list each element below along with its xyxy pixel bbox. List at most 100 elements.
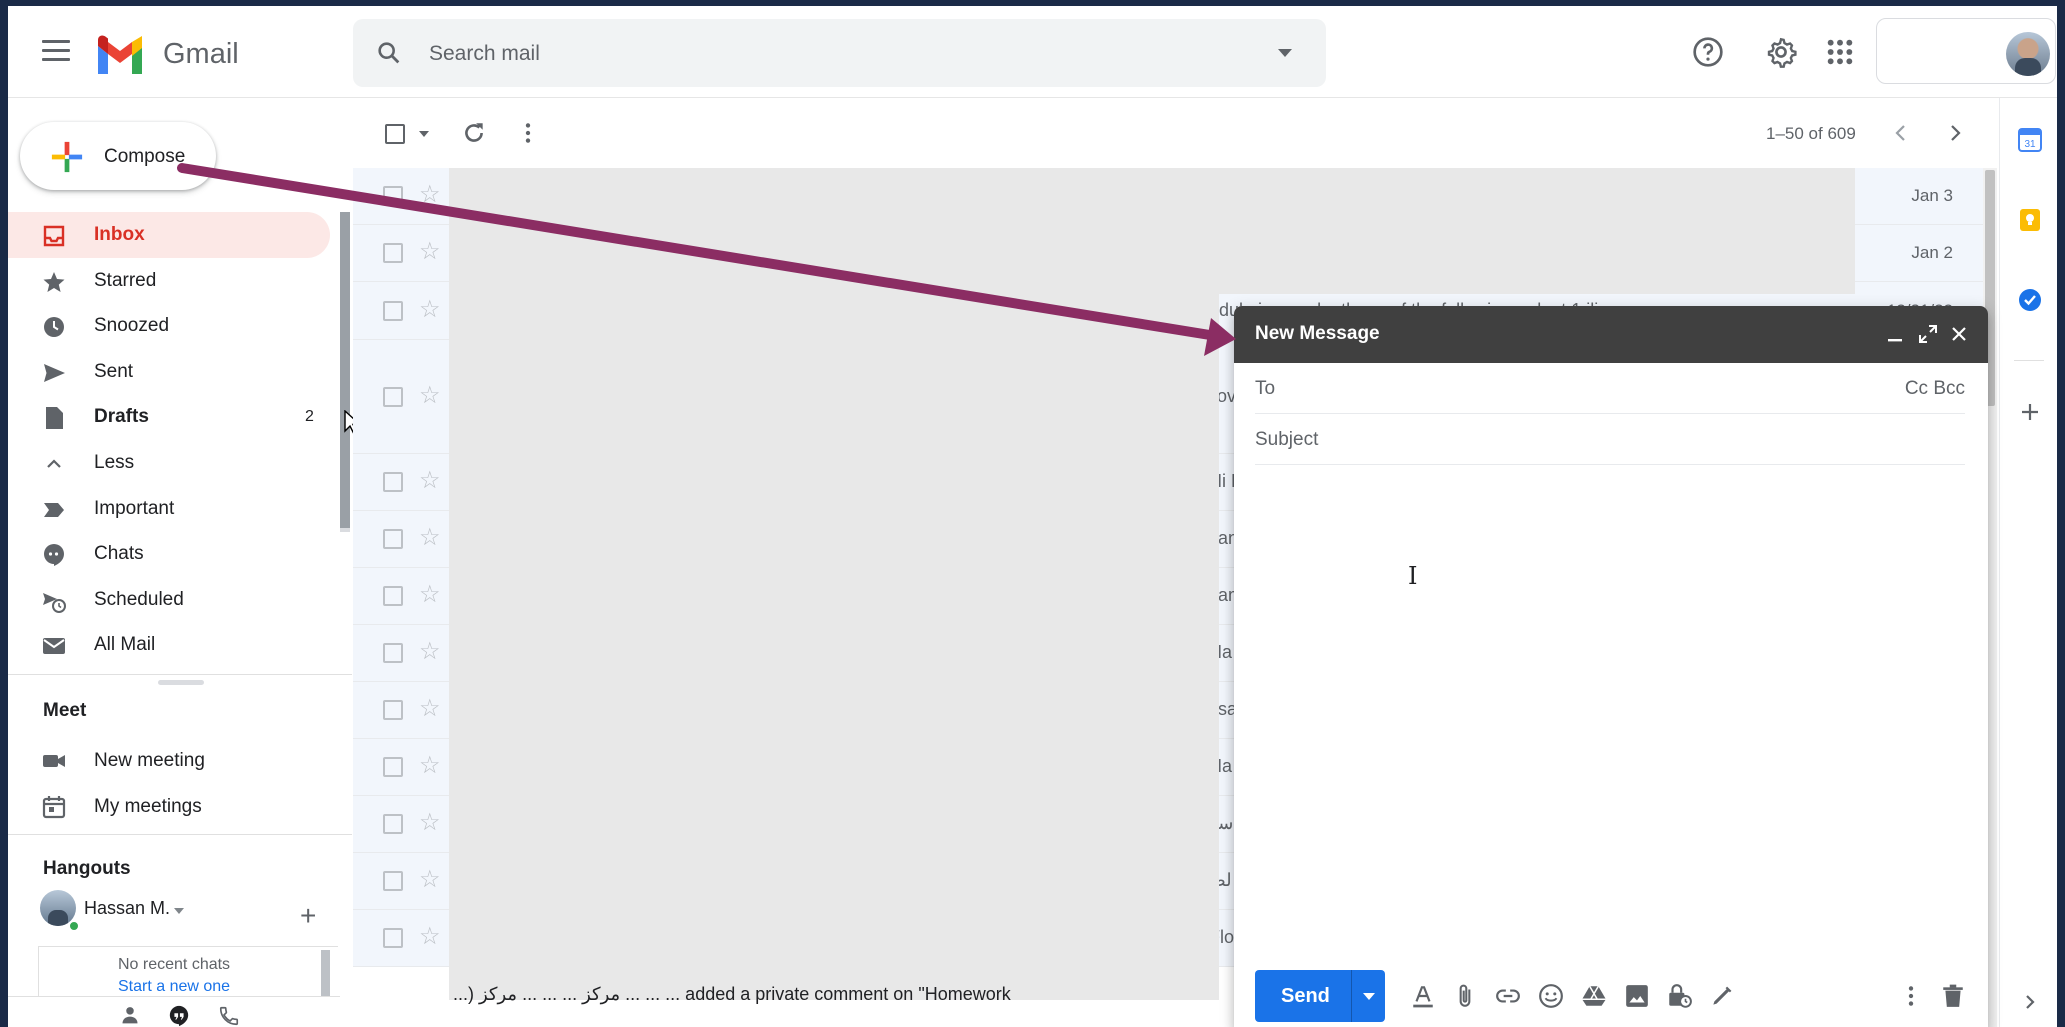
status-dropdown-chevron-icon[interactable] (174, 908, 184, 914)
apps-grid-icon[interactable] (1824, 36, 1856, 68)
contacts-person-icon[interactable] (120, 1005, 140, 1025)
star-icon[interactable]: ☆ (419, 469, 441, 493)
star-icon[interactable]: ☆ (419, 526, 441, 550)
text-cursor-icon: I (1408, 562, 1418, 590)
emoji-icon[interactable] (1538, 983, 1564, 1009)
search-options-chevron-icon[interactable] (1278, 49, 1292, 57)
help-icon[interactable] (1692, 36, 1724, 68)
keep-notes-icon[interactable] (2018, 208, 2042, 232)
row-checkbox[interactable] (383, 643, 403, 663)
chat-list-scrollbar[interactable] (321, 950, 330, 1000)
row-checkbox[interactable] (383, 757, 403, 777)
new-meeting-link[interactable]: New meeting (8, 739, 340, 783)
expand-panel-chevron-right-icon[interactable] (2018, 990, 2042, 1014)
insert-photo-icon[interactable] (1624, 983, 1650, 1009)
row-checkbox[interactable] (383, 928, 403, 948)
refresh-icon[interactable] (461, 120, 487, 146)
mail-envelope-icon (43, 638, 65, 655)
nav-item-chats[interactable]: Chats (8, 531, 330, 577)
select-all-checkbox[interactable] (385, 124, 405, 144)
hangouts-user-name[interactable]: Hassan M. (84, 898, 170, 919)
settings-gear-icon[interactable] (1765, 36, 1797, 68)
star-icon[interactable]: ☆ (419, 183, 441, 207)
minimize-icon[interactable] (1886, 326, 1904, 344)
expand-fullscreen-icon[interactable] (1918, 324, 1938, 344)
discard-trash-icon[interactable] (1940, 983, 1966, 1009)
subject-input[interactable]: Subject (1255, 429, 1318, 451)
nav-item-starred[interactable]: Starred (8, 258, 330, 304)
phone-call-icon[interactable] (218, 1005, 240, 1027)
to-field[interactable]: To Cc Bcc (1255, 363, 1965, 414)
star-icon[interactable]: ☆ (419, 925, 441, 949)
start-new-chat-link[interactable]: Start a new one (118, 978, 230, 994)
search-input[interactable]: Search mail (429, 42, 540, 66)
nav-label: Scheduled (94, 588, 184, 610)
newer-chevron-left-icon[interactable] (1889, 121, 1913, 145)
attach-paperclip-icon[interactable] (1452, 983, 1478, 1009)
nav-item-inbox[interactable]: Inbox (8, 212, 330, 258)
row-checkbox[interactable] (383, 243, 403, 263)
compose-button[interactable]: Compose (20, 122, 216, 190)
nav-item-snoozed[interactable]: Snoozed (8, 303, 330, 349)
google-drive-icon[interactable] (1581, 983, 1607, 1009)
row-checkbox[interactable] (383, 300, 403, 321)
nav-label: Snoozed (94, 315, 170, 337)
meet-section-title: Meet (43, 700, 87, 721)
formatting-options-icon[interactable] (1410, 983, 1436, 1009)
compose-header[interactable]: New Message (1234, 306, 1988, 363)
send-button[interactable]: Send (1255, 970, 1385, 1022)
cc-bcc-link[interactable]: Cc Bcc (1905, 378, 1965, 400)
row-checkbox[interactable] (383, 586, 403, 606)
search-icon[interactable] (375, 39, 403, 67)
add-addon-plus-icon[interactable] (2018, 400, 2042, 424)
row-checkbox[interactable] (383, 814, 403, 834)
signature-pen-icon[interactable] (1709, 983, 1735, 1009)
row-checkbox[interactable] (383, 871, 403, 891)
new-chat-plus-icon[interactable]: + (300, 902, 316, 930)
row-checkbox[interactable] (383, 186, 403, 206)
more-options-icon[interactable] (515, 120, 541, 146)
nav-scrollbar[interactable] (340, 212, 350, 532)
more-options-icon[interactable] (1898, 983, 1924, 1009)
star-icon[interactable]: ☆ (419, 240, 441, 264)
message-body-editor[interactable] (1255, 473, 1965, 933)
select-options-chevron-icon[interactable] (419, 131, 429, 137)
my-meetings-link[interactable]: My meetings (8, 785, 340, 829)
row-checkbox[interactable] (383, 700, 403, 720)
close-icon[interactable] (1950, 325, 1968, 343)
account-avatar[interactable] (2006, 32, 2050, 76)
star-icon[interactable]: ☆ (419, 640, 441, 664)
nav-scroll-thumb[interactable] (340, 212, 350, 528)
star-icon[interactable]: ☆ (419, 583, 441, 607)
row-checkbox[interactable] (383, 472, 403, 492)
star-icon[interactable]: ☆ (419, 811, 441, 835)
nav-item-scheduled[interactable]: Scheduled (8, 577, 330, 623)
row-checkbox[interactable] (383, 529, 403, 549)
nav-item-important[interactable]: Important (8, 486, 330, 532)
insert-link-icon[interactable] (1495, 983, 1521, 1009)
calendar-app-icon[interactable]: 31 (2018, 128, 2042, 152)
star-icon[interactable]: ☆ (419, 697, 441, 721)
older-chevron-right-icon[interactable] (1943, 121, 1967, 145)
confidential-mode-icon[interactable] (1666, 983, 1692, 1009)
nav-item-less[interactable]: Less (8, 440, 330, 486)
search-bar[interactable]: Search mail (353, 19, 1326, 87)
row-checkbox[interactable] (383, 386, 403, 407)
nav-item-drafts[interactable]: Drafts 2 (8, 394, 330, 440)
star-icon[interactable]: ☆ (419, 868, 441, 892)
send-options-chevron-icon[interactable] (1363, 993, 1375, 1000)
scheduled-send-icon (43, 592, 66, 613)
hangouts-section-title: Hangouts (43, 858, 131, 879)
main-menu-icon[interactable] (42, 40, 70, 64)
star-icon[interactable]: ☆ (419, 754, 441, 778)
subject-field[interactable]: Subject (1255, 414, 1965, 465)
hangouts-chat-icon[interactable] (168, 1005, 190, 1027)
mail-toolbar: 1–50 of 609 (353, 98, 1993, 168)
panel-resize-handle[interactable] (158, 680, 204, 685)
star-icon[interactable]: ☆ (419, 383, 441, 408)
hangouts-bottom-bar (8, 996, 340, 1027)
star-icon[interactable]: ☆ (419, 297, 441, 322)
nav-item-all-mail[interactable]: All Mail (8, 622, 330, 668)
tasks-icon[interactable] (2018, 288, 2042, 312)
nav-item-sent[interactable]: Sent (8, 349, 330, 395)
